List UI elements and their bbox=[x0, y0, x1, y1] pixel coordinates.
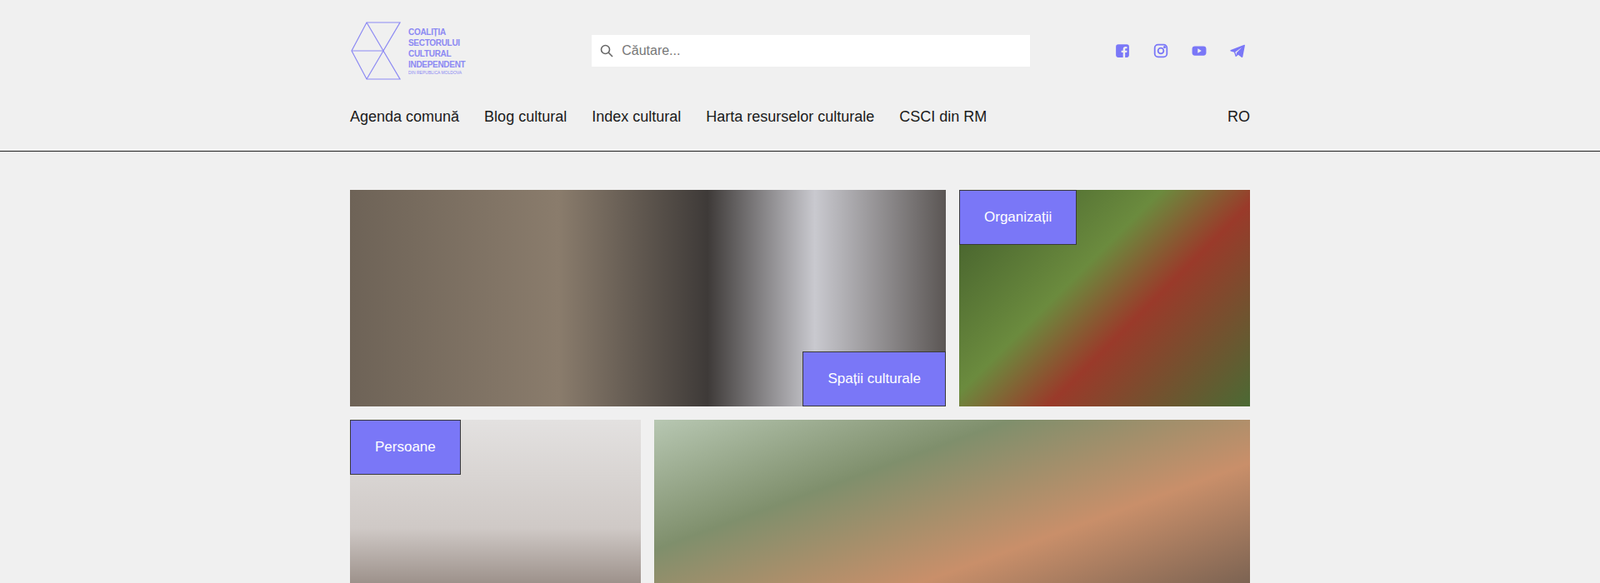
tile-label[interactable]: Spații culturale bbox=[802, 351, 946, 407]
language-switch[interactable]: RO bbox=[1227, 108, 1250, 126]
nav-item[interactable]: Blog cultural bbox=[484, 108, 567, 126]
logo-line: SECTORULUI bbox=[408, 37, 465, 49]
logo-cube-icon bbox=[350, 20, 402, 81]
main-nav: Agenda comună Blog cultural Index cultural… bbox=[0, 81, 1600, 152]
logo-line: INDEPENDENT bbox=[408, 59, 465, 70]
category-tile[interactable]: Persoane bbox=[350, 420, 641, 583]
category-tile[interactable]: Spații culturale bbox=[350, 190, 946, 407]
nav-item[interactable]: CSCI din RM bbox=[899, 108, 987, 126]
nav-item[interactable]: Agenda comună bbox=[350, 108, 460, 126]
category-tile[interactable]: Organizații bbox=[959, 190, 1250, 407]
nav-item[interactable]: Index cultural bbox=[591, 108, 681, 126]
tile-label[interactable]: Organizații bbox=[959, 190, 1077, 245]
search-field[interactable] bbox=[591, 35, 1030, 67]
youtube-icon[interactable] bbox=[1191, 43, 1207, 59]
telegram-icon[interactable] bbox=[1230, 43, 1245, 59]
logo[interactable]: COALIȚIASECTORULUICULTURALINDEPENDENTDIN… bbox=[350, 20, 465, 81]
tile-grid: Spații culturale Organizații Persoane bbox=[350, 190, 1250, 583]
nav-list: Agenda comună Blog cultural Index cultural… bbox=[350, 108, 987, 126]
category-tile[interactable] bbox=[654, 420, 1250, 583]
nav-item[interactable]: Harta resurselor culturale bbox=[705, 108, 875, 126]
logo-subtitle: DIN REPUBLICA MOLDOVA bbox=[408, 70, 465, 76]
search-icon bbox=[600, 44, 614, 58]
logo-line: COALIȚIA bbox=[408, 26, 465, 38]
instagram-icon[interactable] bbox=[1153, 43, 1169, 59]
logo-line: CULTURAL bbox=[408, 48, 465, 60]
search-input[interactable] bbox=[620, 42, 1022, 60]
tile-label[interactable]: Persoane bbox=[350, 420, 461, 475]
facebook-icon[interactable] bbox=[1115, 43, 1130, 59]
logo-text: COALIȚIASECTORULUICULTURALINDEPENDENTDIN… bbox=[408, 26, 465, 76]
